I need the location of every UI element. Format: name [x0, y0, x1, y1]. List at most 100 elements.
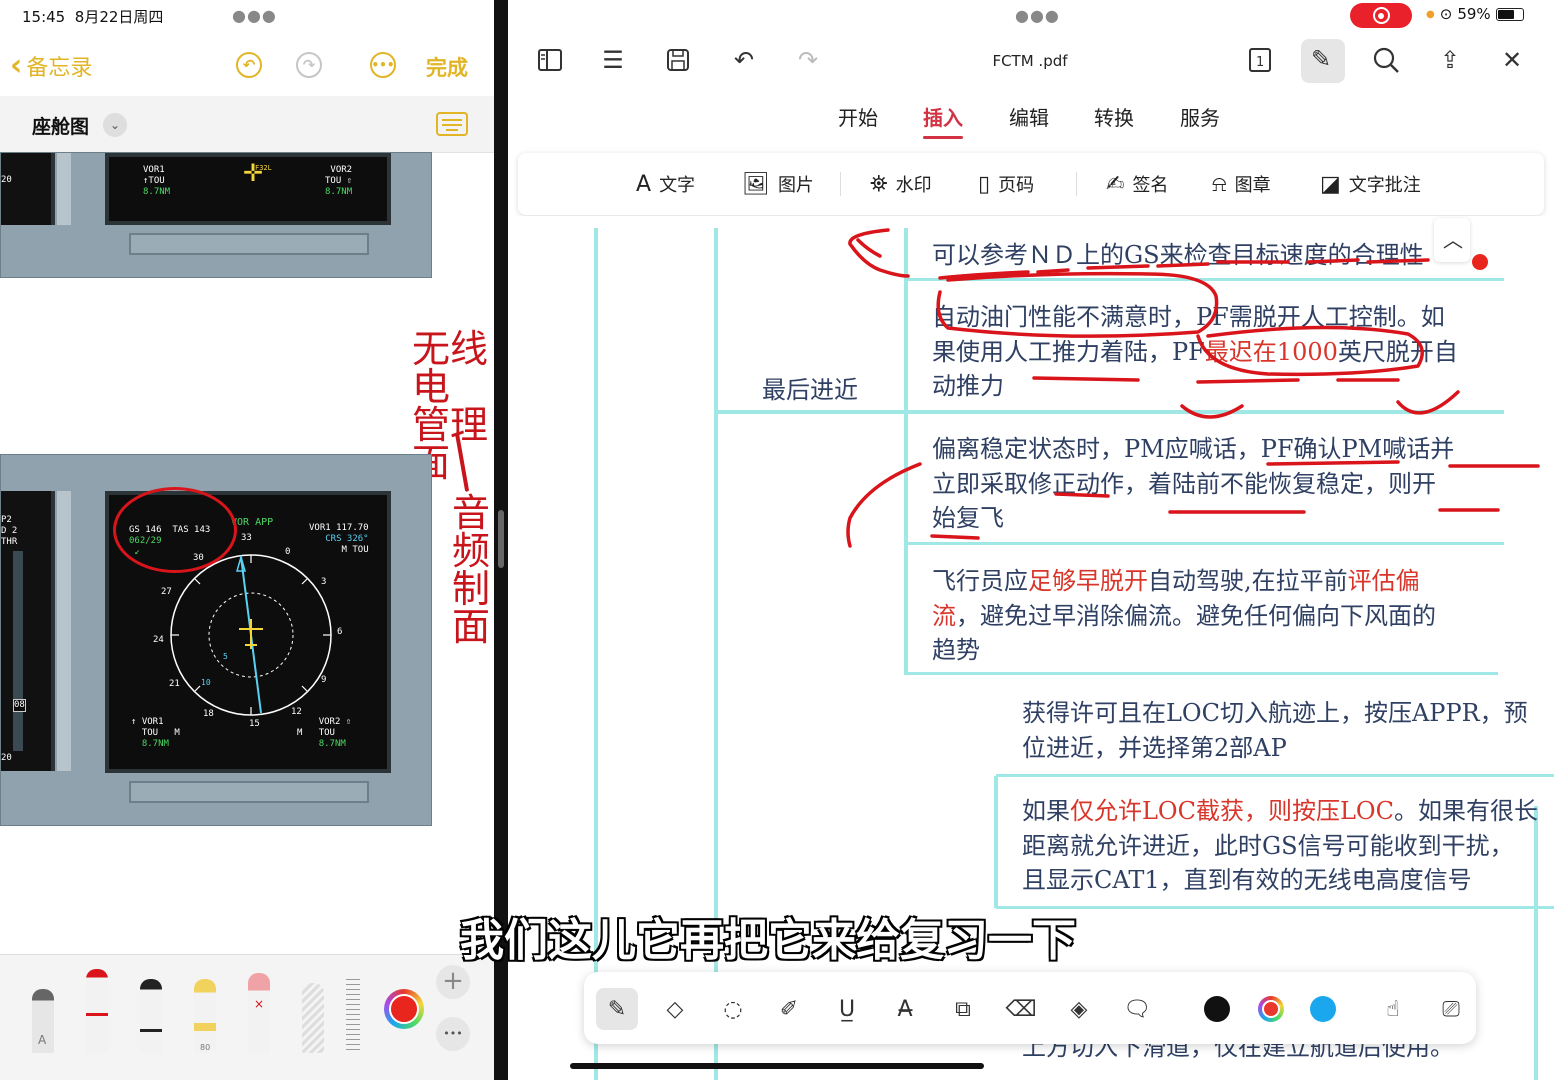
undo-icon[interactable]: ↶ [728, 44, 760, 76]
runway-label: F32L [255, 164, 272, 172]
lasso-icon: ◌ [723, 996, 743, 1022]
eraser-tool[interactable]: × [248, 973, 270, 1053]
hdg-mark: 3 [321, 577, 327, 587]
document-filename: FCTM .pdf [992, 52, 1068, 70]
page-number-icon: ▯ [978, 171, 991, 197]
pencil-settings-icon: ⎚ [1442, 996, 1460, 1022]
ribbon-divider [1076, 172, 1077, 196]
screen-recording-indicator[interactable] [1350, 3, 1412, 28]
tab-insert[interactable]: 插入 [923, 102, 963, 139]
text-annotation-icon: ◪ [1320, 171, 1341, 197]
insert-text-annotation-button[interactable]: ◪ 文字批注 [1320, 171, 1421, 197]
tab-bar: 开始 插入 编辑 转换 服务 [508, 102, 1554, 142]
fineliner-tool[interactable] [140, 979, 162, 1053]
frame-strip [57, 153, 71, 225]
signature-icon: ✍ [1106, 171, 1125, 197]
color-picker[interactable] [384, 989, 424, 1029]
ruler-label: 80 [200, 1043, 211, 1052]
pencil-only-toggle[interactable]: ⎚ [1434, 992, 1468, 1026]
ruler-tool[interactable] [346, 975, 360, 1053]
lasso-select-tool[interactable]: ◌ [716, 992, 750, 1026]
marker-tool[interactable]: ✐ [772, 992, 806, 1026]
save-icon[interactable] [662, 44, 694, 76]
redo-icon[interactable]: ↷ [792, 44, 824, 76]
insert-signature-button[interactable]: ✍ 签名 [1106, 171, 1168, 197]
hdg-mark: 21 [169, 679, 180, 689]
panel-slot [129, 781, 369, 803]
pfd-bottom-number: 20 [1, 753, 12, 763]
underline-icon: U̲ [838, 996, 856, 1022]
keyboard-icon[interactable] [436, 112, 468, 136]
annotate-pen-button[interactable]: ✎ [1301, 39, 1345, 83]
hand-icon: ☝ [1386, 996, 1400, 1022]
title-dropdown-button[interactable]: ⌄ [103, 113, 127, 137]
insert-watermark-button[interactable]: ⛯ 水印 [870, 171, 932, 197]
lasso-tool[interactable] [302, 983, 324, 1053]
share-icon[interactable]: ⇪ [1434, 44, 1466, 76]
cockpit-image-top: 20 VOR1 ↑TOU 8.7NM ✛ F32L VOR2 TOU ⇧ 8.7… [0, 152, 432, 278]
ribbon-divider [840, 172, 841, 196]
hand-pan-tool[interactable]: ☝ [1376, 992, 1410, 1026]
comment-tool[interactable]: 🗨 [1120, 992, 1154, 1026]
back-button[interactable]: ‹ 备忘录 [10, 50, 92, 82]
scroll-up-button[interactable]: ︿ [1434, 218, 1470, 262]
shape-recognize-tool[interactable]: ⧉ [946, 992, 980, 1026]
underline-tool[interactable]: U̲ [830, 992, 864, 1026]
color-blue-swatch[interactable] [1310, 996, 1336, 1022]
insert-image-button[interactable]: 🖼 图片 [742, 171, 814, 197]
pencil-icon: ✎ [1311, 45, 1332, 73]
more-button[interactable]: ••• [370, 52, 396, 78]
color-black-swatch[interactable] [1204, 996, 1230, 1022]
nd-display-top: VOR1 ↑TOU 8.7NM ✛ F32L VOR2 TOU ⇧ 8.7NM [105, 153, 391, 225]
pen-draw-tool[interactable]: ✎ [596, 988, 638, 1030]
pfd-tape [13, 551, 23, 751]
insert-text-button[interactable]: A 文字 [636, 171, 695, 197]
range-outer: 10 [201, 678, 211, 687]
tool-more-button[interactable]: ••• [436, 1017, 470, 1051]
vor1-bottom-info: ↑ VOR1 TOU M 8.7NM [131, 717, 180, 749]
range-inner: 5 [223, 652, 228, 661]
highlighter-icon: ◇ [666, 996, 684, 1022]
sidebar-icon[interactable] [534, 44, 566, 76]
edge-number: 20 [1, 175, 12, 185]
search-icon[interactable] [1370, 44, 1402, 76]
tab-service[interactable]: 服务 [1180, 102, 1220, 131]
pen-tool-a[interactable]: A [32, 989, 54, 1053]
plus-icon: + [442, 966, 464, 996]
tab-edit[interactable]: 编辑 [1009, 102, 1049, 131]
record-icon [1372, 7, 1390, 24]
marker-icon: ✐ [779, 996, 799, 1022]
eraser-alt-icon: ◈ [1070, 996, 1088, 1022]
multitask-dots[interactable]: ●●● [1015, 6, 1060, 25]
tab-start[interactable]: 开始 [838, 102, 878, 131]
notes-navbar: ‹ 备忘录 ↶ ↷ ••• 完成 [0, 32, 494, 96]
insert-pagenum-button[interactable]: ▯ 页码 [978, 171, 1034, 197]
divider-handle[interactable] [498, 510, 504, 568]
close-icon[interactable]: ✕ [1496, 44, 1528, 76]
clear-eraser-tool[interactable]: ◈ [1062, 992, 1096, 1026]
hdg-mark: 9 [321, 675, 327, 685]
cockpit-image-bottom: P2 D 2 THR 08 20 GS 146 TAS 143 062/29 ↙… [0, 454, 432, 826]
multitask-dots[interactable]: ●●● [232, 6, 277, 25]
frame-strip [57, 491, 71, 771]
page-count-icon[interactable]: 1 [1244, 44, 1276, 76]
color-multi-swatch[interactable] [1258, 996, 1284, 1022]
highlighter-tool[interactable]: ◇ [658, 992, 692, 1026]
text-icon: A [636, 171, 652, 197]
tab-convert[interactable]: 转换 [1094, 102, 1134, 131]
note-title[interactable]: 座舱图 [32, 112, 89, 139]
hdg-mark: 18 [203, 709, 214, 719]
undo-button[interactable]: ↶ [236, 52, 262, 78]
redo-button[interactable]: ↷ [296, 52, 322, 78]
comment-icon: 🗨 [1123, 996, 1151, 1022]
red-circle-annotation [113, 487, 237, 573]
highlighter-tool[interactable] [194, 979, 216, 1053]
insert-stamp-button[interactable]: ⍾ 图章 [1212, 171, 1271, 197]
add-tool-button[interactable]: + [436, 965, 470, 999]
menu-icon[interactable]: ☰ [597, 44, 629, 76]
eraser-tool[interactable]: ⌫ [1004, 992, 1038, 1026]
strikethrough-tool[interactable]: A̶ [888, 992, 922, 1026]
pen-tool[interactable] [86, 969, 108, 1053]
notes-pane: 15:45 8月22日周四 ●●● ‹ 备忘录 ↶ ↷ ••• 完成 座舱图 ⌄… [0, 0, 494, 1080]
done-button[interactable]: 完成 [426, 52, 468, 82]
